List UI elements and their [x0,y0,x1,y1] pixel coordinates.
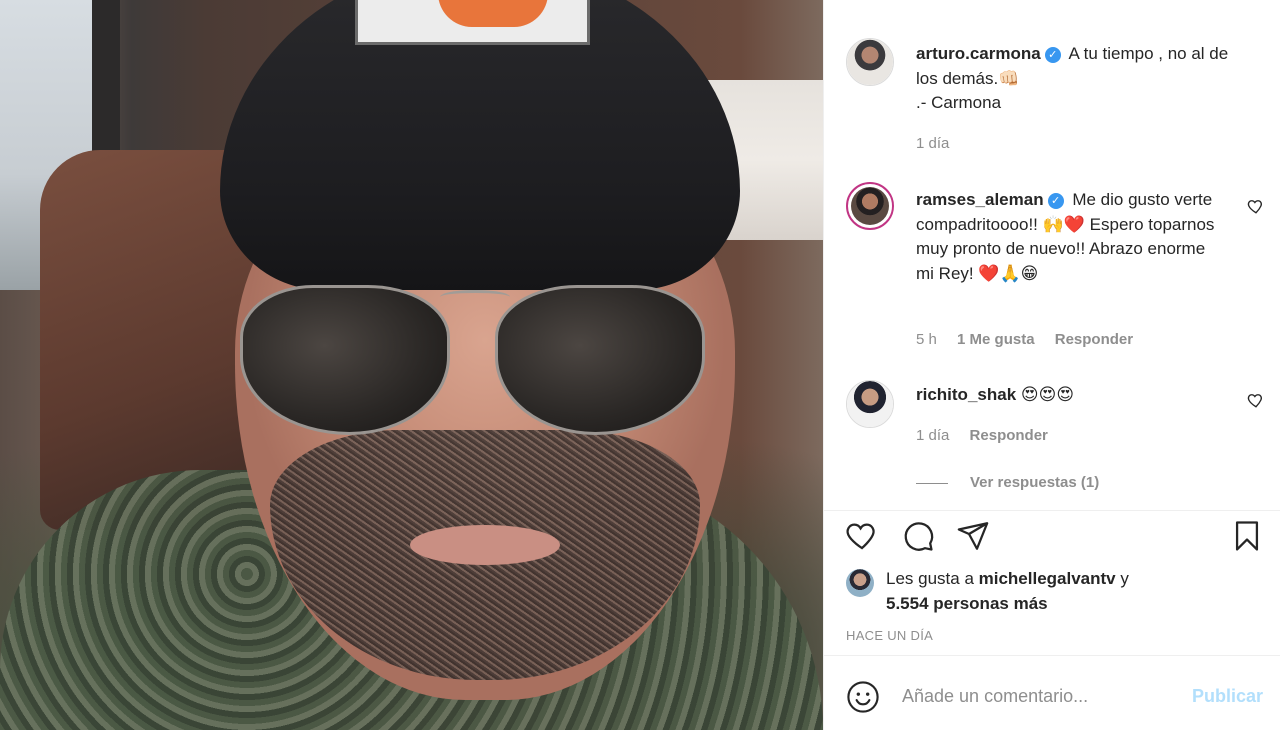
post-caption: arturo.carmona ✓ A tu tiempo , no al de l… [846,38,1266,158]
author-username[interactable]: arturo.carmona [916,44,1041,63]
likes-conj: y [1115,569,1129,588]
comment-likes[interactable]: 1 Me gusta [957,331,1035,348]
commenter-avatar[interactable] [846,182,894,230]
commenter-username[interactable]: ramses_aleman [916,190,1044,209]
replies-divider [916,482,948,484]
comment-item: richito_shak 😍😍😍 1 día Responder [846,380,1266,470]
comment-like-heart-icon[interactable] [1246,391,1266,411]
post-photo[interactable] [0,0,823,730]
comment-input[interactable] [902,678,1182,714]
reply-button[interactable]: Responder [970,427,1048,444]
lips [410,525,560,565]
comment-time[interactable]: 5 h [916,331,937,348]
likes-count[interactable]: 5.554 personas más [886,594,1048,613]
liker-avatar[interactable] [846,569,874,597]
comment-time[interactable]: 1 día [916,427,949,444]
add-comment-bar: Publicar [824,655,1280,730]
likes-prefix: Les gusta a [886,569,979,588]
comment-like-heart-icon[interactable] [1246,197,1266,217]
liker-username[interactable]: michellegalvantv [979,569,1116,588]
post-side-panel: arturo.carmona ✓ A tu tiempo , no al de l… [823,0,1280,730]
share-paper-plane-icon[interactable] [956,519,992,555]
post-time-ago[interactable]: HACE UN DÍA [846,628,933,643]
publish-button[interactable]: Publicar [1192,686,1263,707]
comment-bubble-icon[interactable] [901,519,937,555]
comments-list[interactable]: arturo.carmona ✓ A tu tiempo , no al de l… [824,0,1280,510]
caption-line-2: .- Carmona [916,93,1002,112]
reply-button[interactable]: Responder [1055,331,1133,348]
comment-text: 😍😍😍 [1020,385,1075,404]
commenter-avatar[interactable] [846,380,894,428]
like-heart-icon[interactable] [845,519,881,555]
commenter-username[interactable]: richito_shak [916,385,1016,404]
emoji-smiley-icon[interactable] [846,680,880,714]
verified-badge-icon: ✓ [1047,193,1064,209]
verified-badge-icon: ✓ [1044,47,1061,63]
author-avatar[interactable] [846,38,894,86]
comment-item: ramses_aleman ✓ Me dio gusto verte compad… [846,182,1266,357]
cap-patch [355,0,590,45]
save-bookmark-icon[interactable] [1230,519,1266,555]
view-replies-button[interactable]: Ver respuestas (1) [916,474,1099,491]
sunglasses-bridge [440,290,510,304]
view-replies-label: Ver respuestas (1) [970,474,1100,491]
caption-time[interactable]: 1 día [916,135,949,152]
